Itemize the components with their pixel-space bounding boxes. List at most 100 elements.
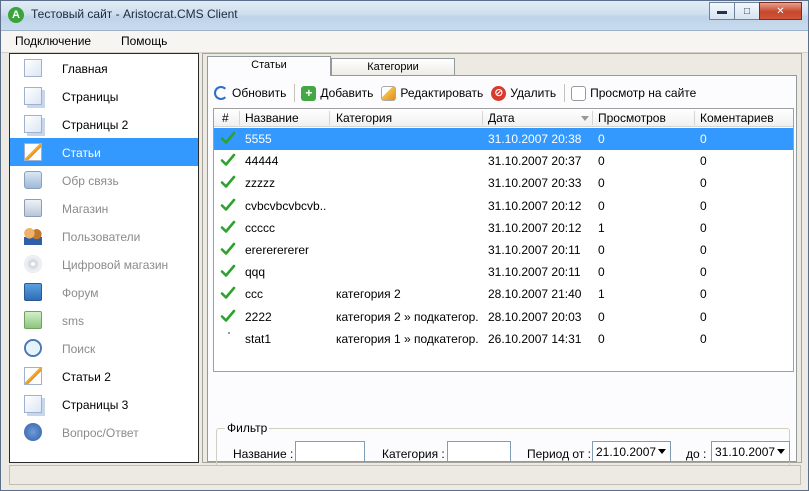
cell-views: 0 <box>598 154 605 169</box>
column-divider[interactable] <box>482 111 483 125</box>
cell-date: 31.10.2007 20:12 <box>488 198 582 213</box>
sidebar-item-sms[interactable]: sms <box>10 306 198 334</box>
table-row[interactable]: ccc категория 2 28.10.2007 21:40 1 0 <box>214 283 793 305</box>
status-bar <box>9 465 801 485</box>
sidebar-item-пользователи[interactable]: Пользователи <box>10 222 198 250</box>
column-header-category[interactable]: Категория <box>336 111 392 125</box>
toolbar-separator <box>564 84 566 102</box>
column-header-number[interactable]: # <box>222 111 229 125</box>
column-header-date[interactable]: Дата <box>488 111 515 125</box>
sidebar-item-поиск[interactable]: Поиск <box>10 334 198 362</box>
delete-icon: ⊘ <box>491 85 507 101</box>
cell-views: 0 <box>598 265 605 280</box>
table-row[interactable]: zzzzz 31.10.2007 20:33 0 0 <box>214 172 793 194</box>
preview-label: Просмотр на сайте <box>590 86 697 100</box>
table-row[interactable]: cvbcvbcvbcvb... 31.10.2007 20:12 0 0 <box>214 195 793 217</box>
published-check-icon <box>220 242 236 255</box>
column-header-views[interactable]: Просмотров <box>598 111 666 125</box>
column-divider[interactable] <box>592 111 593 125</box>
column-divider[interactable] <box>239 111 240 125</box>
cell-comments: 0 <box>700 154 707 169</box>
table-row[interactable]: erererererer 31.10.2007 20:11 0 0 <box>214 239 793 261</box>
grid-header: # Название Категория Дата Просмотров Ком… <box>214 109 793 127</box>
sidebar-item-страницы-2[interactable]: Страницы 2 <box>10 110 198 138</box>
cell-date: 31.10.2007 20:33 <box>488 176 582 191</box>
filter-category-input[interactable] <box>447 441 511 462</box>
published-check-icon <box>220 264 236 277</box>
cell-views: 0 <box>598 176 605 191</box>
cd-icon <box>24 255 42 273</box>
sidebar-item-вопрос-ответ[interactable]: Вопрос/Ответ <box>10 418 198 446</box>
add-label: Добавить <box>320 86 374 100</box>
filter-date-from-picker[interactable]: 21.10.2007 <box>592 441 671 462</box>
refresh-button[interactable]: Обновить <box>214 86 286 100</box>
filter-period-label: Период от : <box>527 447 591 461</box>
dropdown-arrow-icon[interactable] <box>777 449 785 454</box>
maximize-button[interactable]: □ <box>734 2 760 20</box>
column-divider[interactable] <box>329 111 330 125</box>
table-row[interactable]: stat1 категория 1 » подкатегор... 26.10.20… <box>214 328 793 350</box>
shop-bag-icon <box>24 199 42 217</box>
dropdown-arrow-icon[interactable] <box>658 449 666 454</box>
minimize-button[interactable]: ▬ <box>709 2 735 20</box>
column-divider[interactable] <box>694 111 695 125</box>
menu-connection[interactable]: Подключение <box>15 34 91 48</box>
cell-date: 31.10.2007 20:37 <box>488 154 582 169</box>
tab-categories[interactable]: Категории <box>331 58 455 76</box>
published-check-icon <box>220 309 236 322</box>
cell-name: zzzzz <box>245 176 275 191</box>
users-icon <box>24 227 42 245</box>
sidebar-item-главная[interactable]: Главная <box>10 54 198 82</box>
menu-help[interactable]: Помощь <box>121 34 167 48</box>
cell-name: 5555 <box>245 132 272 146</box>
unpublished-dot-icon <box>228 331 230 334</box>
tab-articles[interactable]: Статьи <box>207 56 331 76</box>
close-button[interactable]: ✕ <box>759 2 802 20</box>
filter-legend: Фильтр <box>225 421 270 435</box>
published-check-icon <box>220 176 236 189</box>
delete-label: Удалить <box>510 86 557 100</box>
sidebar-item-label: Страницы 3 <box>62 398 129 412</box>
pencil-doc-icon <box>24 367 42 385</box>
sidebar-item-страницы[interactable]: Страницы <box>10 82 198 110</box>
cell-comments: 0 <box>700 243 707 257</box>
sidebar-item-обр-связь[interactable]: Обр связь <box>10 166 198 194</box>
preview-button[interactable]: Просмотр на сайте <box>571 85 697 101</box>
table-row[interactable]: 2222 категория 2 » подкатегор... 28.10.200… <box>214 306 793 328</box>
published-check-icon <box>220 220 236 233</box>
refresh-label: Обновить <box>232 86 287 100</box>
sidebar-item-label: Пользователи <box>62 230 141 244</box>
filter-date-to-picker[interactable]: 31.10.2007 <box>711 441 790 462</box>
sidebar-item-label: Обр связь <box>62 174 119 188</box>
cell-name: cvbcvbcvbcvb... <box>245 198 327 213</box>
table-row[interactable]: 5555 31.10.2007 20:38 0 0 <box>214 128 793 150</box>
delete-button[interactable]: ⊘ Удалить <box>491 85 557 101</box>
cell-comments: 0 <box>700 309 707 324</box>
filter-name-input[interactable] <box>295 441 365 462</box>
phone-icon <box>24 311 42 329</box>
published-check-icon <box>220 131 236 144</box>
column-header-name[interactable]: Название <box>245 111 299 125</box>
cell-comments: 0 <box>700 287 707 302</box>
sidebar-item-статьи[interactable]: Статьи <box>10 138 198 166</box>
sidebar-item-цифровой-магазин[interactable]: Цифровой магазин <box>10 250 198 278</box>
title-bar[interactable]: A Тестовый сайт - Aristocrat.CMS Client … <box>1 1 808 31</box>
sidebar-item-страницы-3[interactable]: Страницы 3 <box>10 390 198 418</box>
sidebar-item-label: sms <box>62 314 84 328</box>
cell-views: 0 <box>598 132 605 146</box>
sidebar-item-label: Магазин <box>62 202 109 216</box>
app-window: A Тестовый сайт - Aristocrat.CMS Client … <box>0 0 809 491</box>
sidebar-item-магазин[interactable]: Магазин <box>10 194 198 222</box>
forum-icon <box>24 283 42 301</box>
sidebar-item-статьи-2[interactable]: Статьи 2 <box>10 362 198 390</box>
help-icon <box>24 423 42 441</box>
add-button[interactable]: + Добавить <box>301 85 374 101</box>
column-header-comments[interactable]: Коментариев <box>700 111 774 125</box>
table-row[interactable]: qqq 31.10.2007 20:11 0 0 <box>214 261 793 283</box>
toolbar-separator <box>294 84 296 102</box>
published-check-icon <box>220 153 236 166</box>
sidebar-item-форум[interactable]: Форум <box>10 278 198 306</box>
edit-button[interactable]: Редактировать <box>381 85 483 101</box>
table-row[interactable]: ccccc 31.10.2007 20:12 1 0 <box>214 217 793 239</box>
table-row[interactable]: 44444 31.10.2007 20:37 0 0 <box>214 150 793 172</box>
